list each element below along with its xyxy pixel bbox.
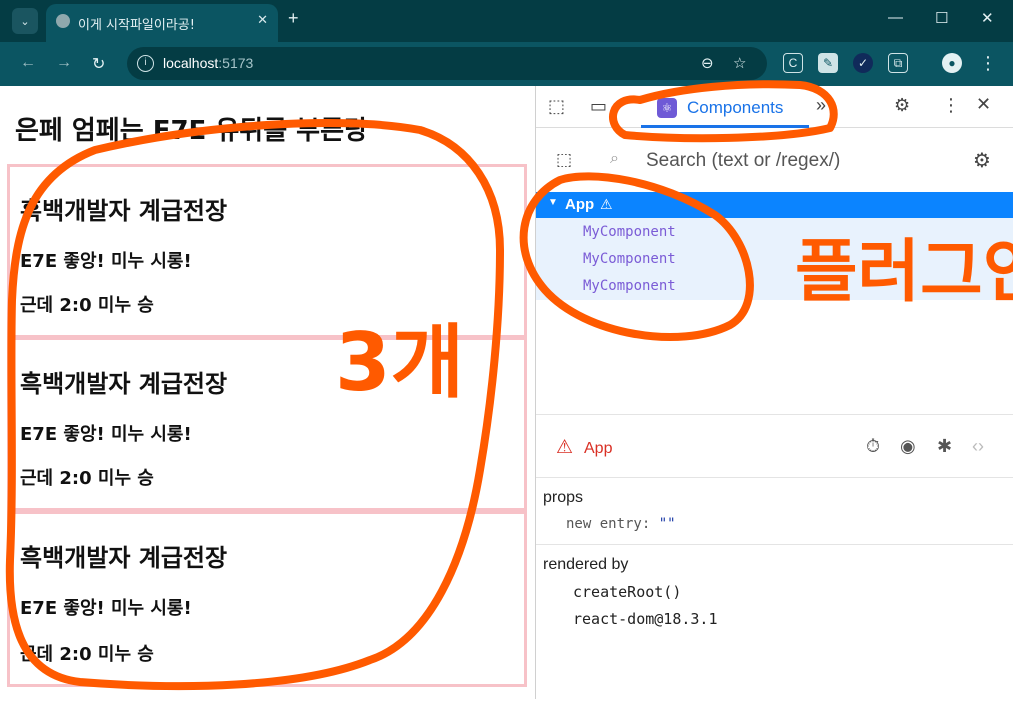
back-icon[interactable]: ← — [20, 54, 36, 72]
component-settings-icon[interactable]: ⚙ — [973, 148, 991, 173]
tree-item-mycomponent[interactable]: MyComponent — [583, 251, 676, 267]
maximize-button[interactable]: ☐ — [935, 9, 948, 27]
more-tabs-icon[interactable]: » — [816, 95, 826, 116]
globe-icon — [56, 14, 70, 28]
rendered-by-item: react-dom@18.3.1 — [573, 610, 718, 628]
page-viewport: 은페 엄페는 E7E 유튀를 부른당 흑백개발자 계급전장 E7E 좋앙! 미누… — [5, 86, 535, 699]
address-bar[interactable]: i localhost:5173 ⊖ ☆ — [127, 47, 767, 80]
warning-icon: ⚠ — [600, 196, 613, 212]
component-card: 흑백개발자 계급전장 E7E 좋앙! 미누 시롱! 근데 2:0 미누 승 — [7, 164, 527, 338]
card-line-2: 근데 2:0 미누 승 — [20, 295, 154, 316]
settings-gear-icon[interactable]: ⚙ — [894, 95, 910, 116]
profile-avatar-icon[interactable]: ● — [942, 53, 962, 73]
react-logo-icon: ⚛ — [657, 98, 677, 118]
prop-new-entry[interactable]: new entry: "" — [566, 516, 676, 532]
card-title: 흑백개발자 계급전장 — [20, 197, 228, 225]
tab-components-label: Components — [687, 98, 784, 117]
card-title: 흑백개발자 계급전장 — [20, 370, 228, 398]
site-info-icon[interactable]: i — [137, 55, 154, 72]
extension-c-icon[interactable]: C — [783, 53, 803, 73]
prop-value[interactable]: "" — [659, 516, 676, 532]
card-line-2: 근데 2:0 미누 승 — [20, 644, 154, 665]
browser-tab-strip: ⌄ 이게 시작파일이라공! ✕ + — ☐ ✕ — [0, 0, 1013, 42]
bookmark-star-icon[interactable]: ☆ — [733, 54, 746, 72]
props-section-title: props — [543, 489, 584, 506]
component-search-row: ⬚ ⌕ Search (text or /regex/) ⚙ — [536, 140, 1013, 184]
url-text: localhost:5173 — [163, 55, 253, 71]
zoom-icon[interactable]: ⊖ — [701, 54, 714, 72]
forward-icon[interactable]: → — [56, 54, 72, 72]
tree-item-mycomponent[interactable]: MyComponent — [583, 224, 676, 240]
eye-icon[interactable]: ◉ — [900, 436, 916, 457]
prop-key: new entry — [566, 516, 642, 532]
window-close-button[interactable]: ✕ — [981, 9, 994, 27]
url-port: :5173 — [218, 55, 254, 71]
card-line-1: E7E 좋앙! 미누 시롱! — [20, 598, 192, 619]
card-line-1: E7E 좋앙! 미누 시롱! — [20, 424, 192, 445]
devtools-panel: ⬚ ▭ ⚛ Components » ⚙ ⋮ ✕ ⬚ ⌕ Search (tex… — [535, 86, 1013, 699]
rendered-by-title: rendered by — [543, 556, 629, 573]
card-line-1: E7E 좋앙! 미누 시롱! — [20, 251, 192, 272]
component-card: 흑백개발자 계급전장 E7E 좋앙! 미누 시롱! 근데 2:0 미누 승 — [7, 337, 527, 511]
select-component-icon[interactable]: ⬚ — [556, 150, 572, 170]
extension-edit-icon[interactable]: ✎ — [818, 53, 838, 73]
devtools-menu-icon[interactable]: ⋮ — [942, 95, 960, 116]
page-title: 은페 엄페는 E7E 유튀를 부른당 — [15, 116, 368, 146]
tree-item-label: App — [565, 196, 595, 213]
device-toolbar-icon[interactable]: ▭ — [590, 96, 607, 117]
component-search-input[interactable]: Search (text or /regex/) — [646, 150, 840, 172]
tab-close-icon[interactable]: ✕ — [257, 12, 268, 28]
card-title: 흑백개발자 계급전장 — [20, 544, 228, 572]
tab-components[interactable]: ⚛ Components — [641, 86, 809, 128]
extensions-puzzle-icon[interactable]: ⧉ — [888, 53, 908, 73]
divider — [536, 544, 1013, 545]
tree-item-mycomponent[interactable]: MyComponent — [583, 278, 676, 294]
devtools-toolbar: ⬚ ▭ ⚛ Components » ⚙ ⋮ ✕ — [536, 86, 1013, 128]
extension-check-icon[interactable]: ✓ — [853, 53, 873, 73]
url-host: localhost — [163, 55, 219, 71]
component-tree: ▼ App ⚠ MyComponent MyComponent MyCompon… — [536, 192, 1013, 300]
inspect-element-icon[interactable]: ⬚ — [548, 96, 565, 117]
reload-icon[interactable]: ↻ — [92, 54, 105, 74]
bug-icon[interactable]: ✱ — [937, 436, 952, 457]
card-line-2: 근데 2:0 미누 승 — [20, 468, 154, 489]
view-source-icon[interactable]: ‹› — [972, 436, 984, 457]
browser-toolbar: ← → ↻ i localhost:5173 ⊖ ☆ C ✎ ✓ ⧉ ● ⋮ — [0, 42, 1013, 86]
rendered-by-item: createRoot() — [573, 583, 682, 601]
divider — [536, 414, 1013, 415]
search-icon: ⌕ — [610, 150, 619, 167]
tab-search-button[interactable]: ⌄ — [12, 8, 38, 34]
devtools-close-icon[interactable]: ✕ — [976, 94, 991, 115]
caret-down-icon[interactable]: ▼ — [548, 197, 558, 208]
selected-component-name: App — [584, 440, 613, 457]
browser-tab-active[interactable]: 이게 시작파일이라공! ✕ — [46, 4, 278, 42]
tab-title: 이게 시작파일이라공! — [78, 18, 195, 33]
tree-item-app[interactable]: ▼ App ⚠ — [536, 192, 1013, 218]
minimize-button[interactable]: — — [888, 9, 903, 26]
selected-warning-icon: ⚠ — [556, 437, 574, 458]
browser-menu-icon[interactable]: ⋮ — [978, 53, 998, 73]
new-tab-button[interactable]: + — [288, 8, 299, 29]
component-card: 흑백개발자 계급전장 E7E 좋앙! 미누 시롱! 근데 2:0 미누 승 — [7, 511, 527, 687]
timer-icon[interactable]: ⏱ — [866, 436, 880, 457]
divider — [536, 477, 1013, 478]
